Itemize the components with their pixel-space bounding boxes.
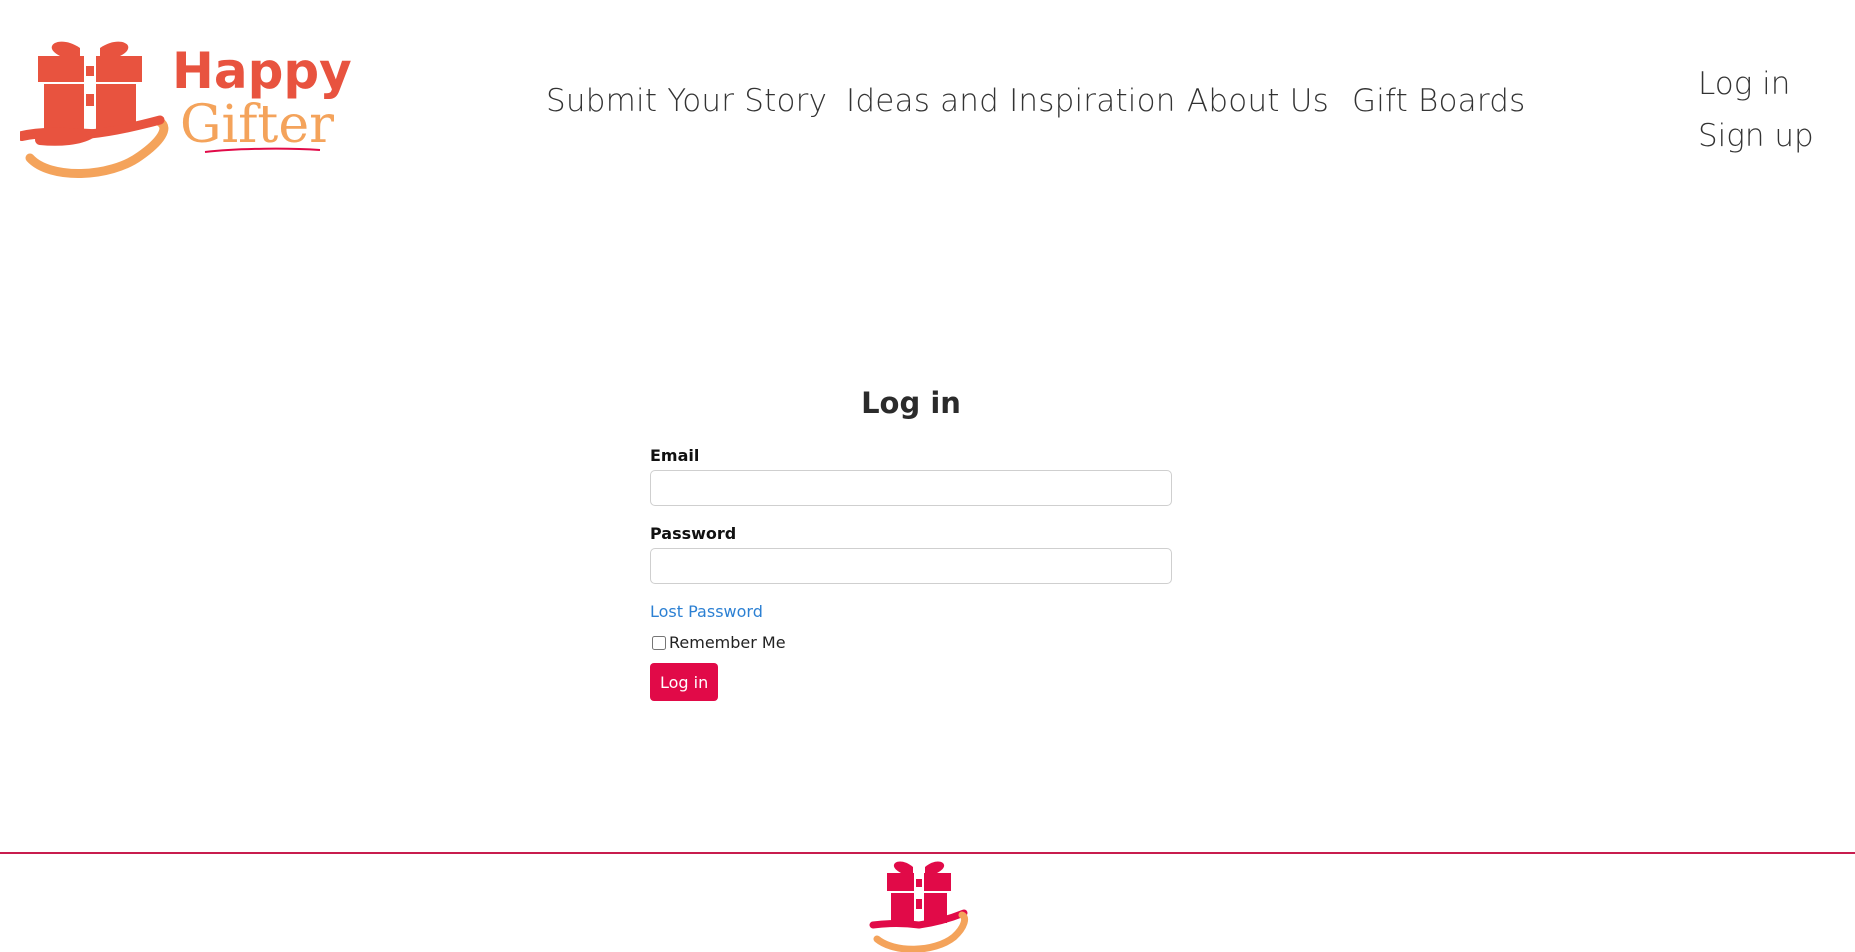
login-title: Log in xyxy=(861,386,961,420)
remember-me-row: Remember Me xyxy=(652,633,786,652)
brand-name-line1: Happy xyxy=(172,42,352,100)
email-input[interactable] xyxy=(650,470,1172,506)
password-input[interactable] xyxy=(650,548,1172,584)
footer-gift-logo-icon xyxy=(869,861,969,952)
footer-divider xyxy=(0,852,1855,854)
password-label: Password xyxy=(650,524,737,543)
login-submit-button[interactable]: Log in xyxy=(650,663,719,701)
nav-submit-your-story[interactable]: Submit Your Story xyxy=(546,76,827,126)
brand-name-line2: Gifter xyxy=(180,95,334,155)
site-header: Happy Gifter Submit Your Story Ideas and… xyxy=(0,0,1855,200)
nav-ideas-and-inspiration[interactable]: Ideas and Inspiration xyxy=(846,76,1176,126)
header-login-link[interactable]: Log in xyxy=(1698,64,1790,104)
email-label: Email xyxy=(650,446,700,465)
header-signup-link[interactable]: Sign up xyxy=(1698,116,1814,156)
remember-me-label: Remember Me xyxy=(669,633,786,652)
happy-gifter-logo[interactable]: Happy Gifter xyxy=(20,36,365,181)
remember-me-checkbox[interactable] xyxy=(652,635,666,650)
nav-about-us[interactable]: About Us xyxy=(1187,76,1329,126)
nav-gift-boards[interactable]: Gift Boards xyxy=(1352,76,1526,126)
lost-password-link[interactable]: Lost Password xyxy=(650,602,763,621)
